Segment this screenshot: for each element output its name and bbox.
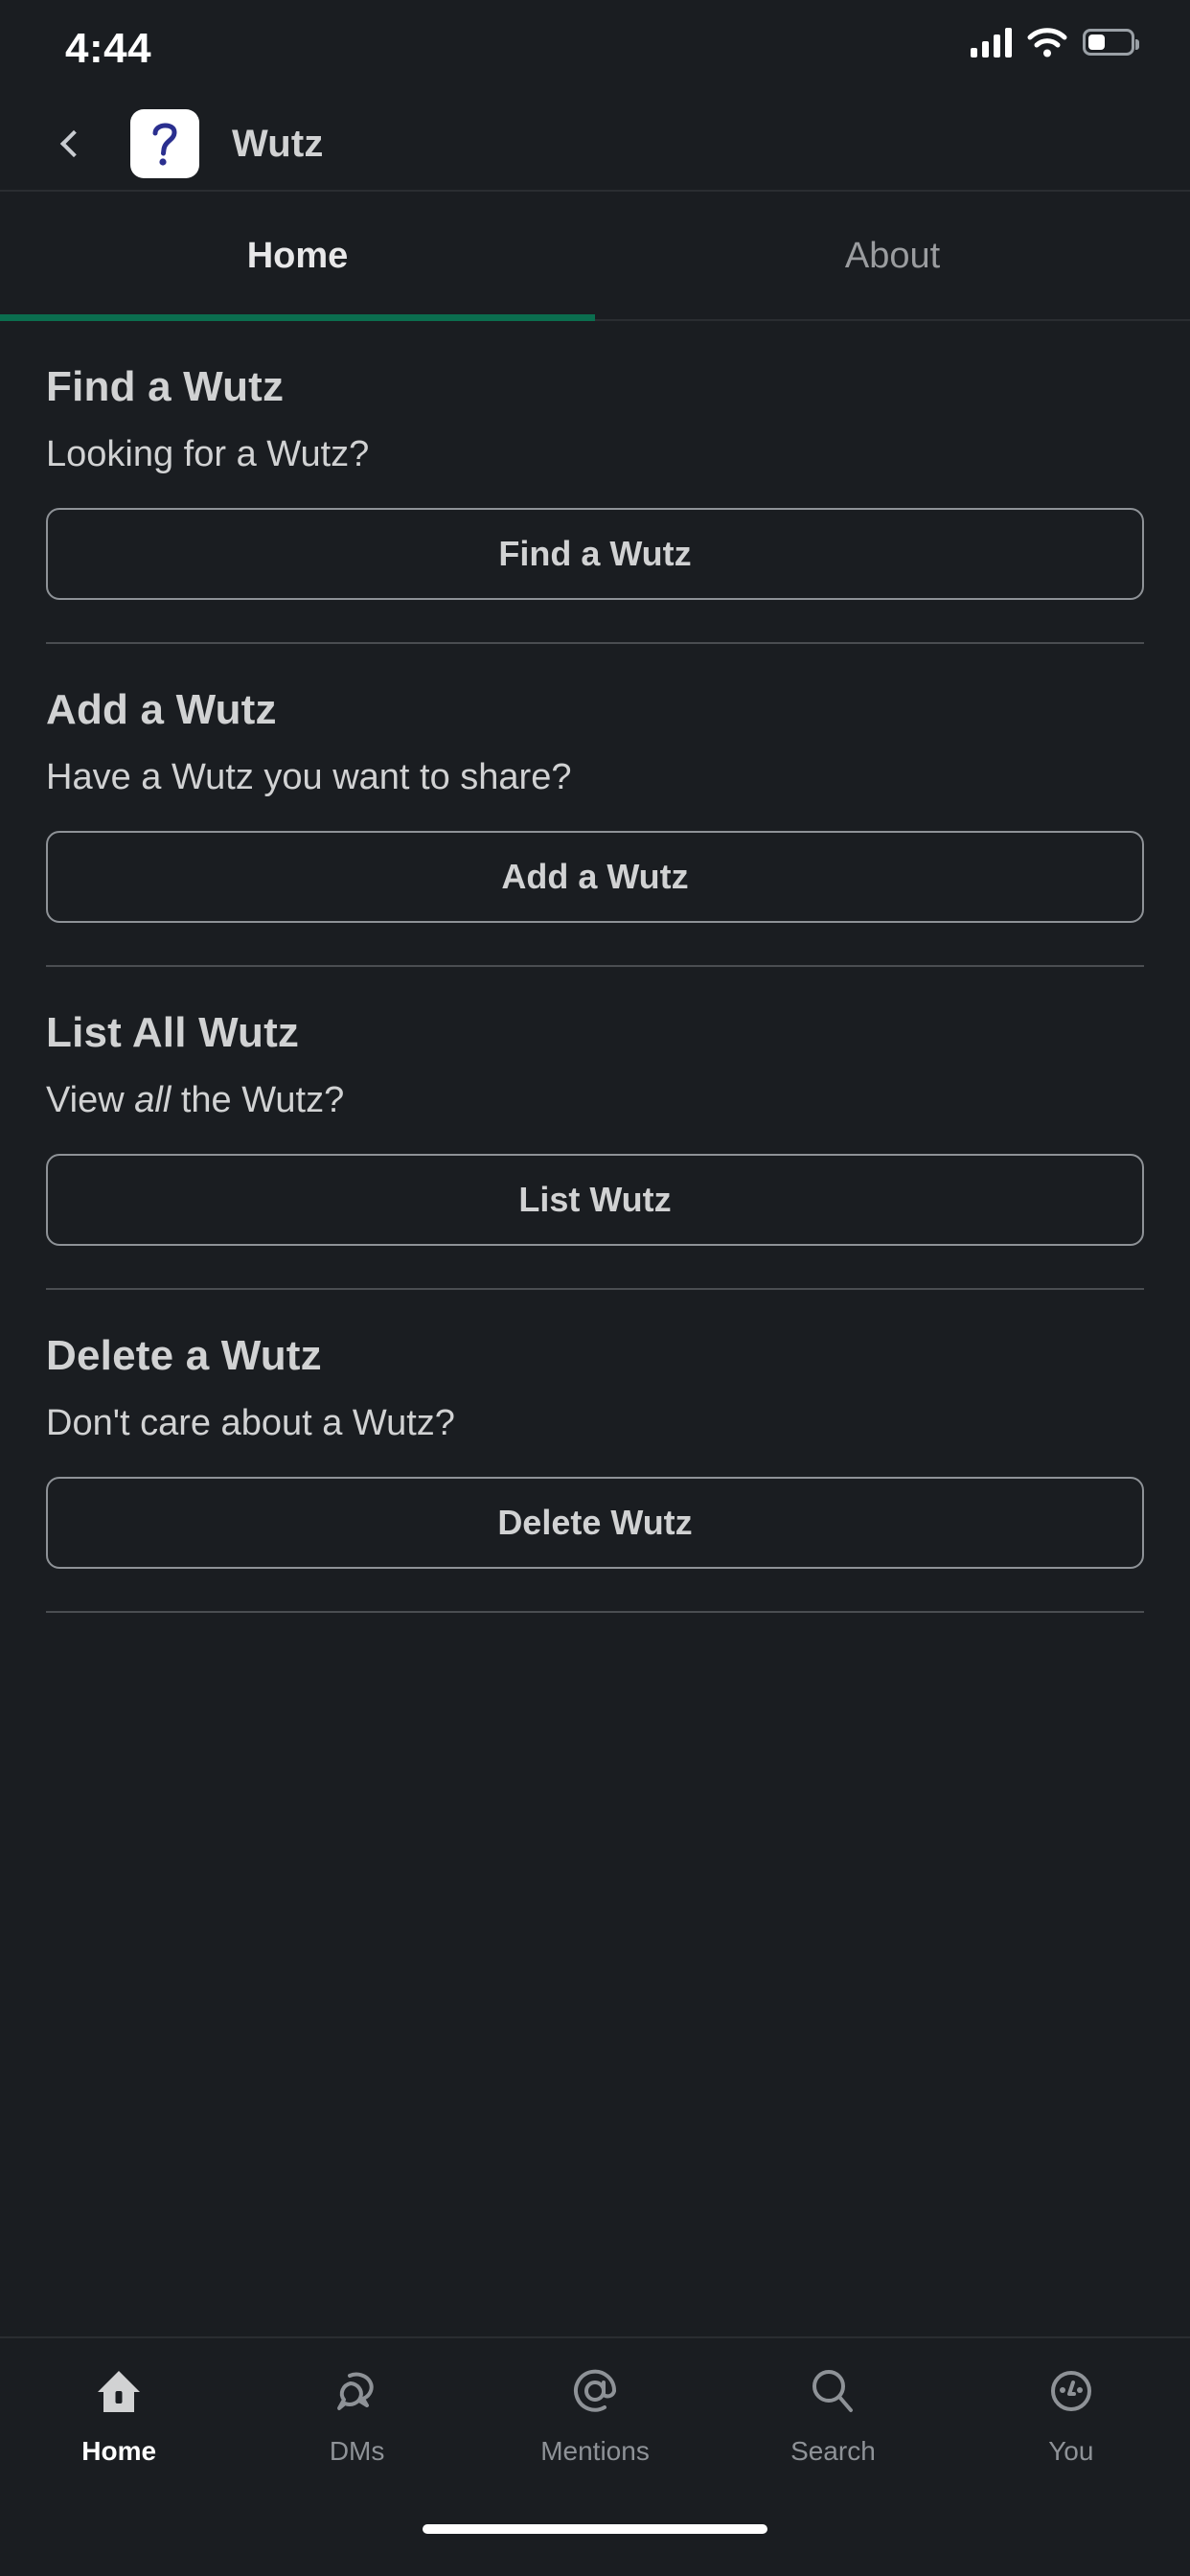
home-content: Find a Wutz Looking for a Wutz? Find a W…	[0, 321, 1190, 2336]
status-bar: 4:44	[0, 0, 1190, 96]
app-screen: 4:44 Wutz Home About Find a Wutz Looking…	[0, 0, 1190, 2576]
battery-icon	[1083, 29, 1139, 56]
status-time: 4:44	[65, 25, 152, 72]
tab-home[interactable]: Home	[0, 192, 595, 321]
section-subtitle-text: Looking for a Wutz?	[46, 434, 370, 474]
back-button[interactable]	[42, 115, 100, 172]
bottom-navigation: Home DMs Mentions Search You	[0, 2336, 1190, 2509]
section-find-a-wutz: Find a Wutz Looking for a Wutz? Find a W…	[46, 321, 1144, 644]
section-subtitle-suffix: the Wutz?	[171, 1080, 345, 1120]
delete-wutz-button[interactable]: Delete Wutz	[46, 1477, 1144, 1569]
you-face-icon	[1044, 2361, 1098, 2421]
home-indicator[interactable]	[423, 2524, 767, 2534]
tab-about[interactable]: About	[595, 192, 1190, 321]
section-subtitle: Looking for a Wutz?	[46, 434, 1144, 475]
nav-item-mentions[interactable]: Mentions	[476, 2361, 714, 2509]
list-wutz-button[interactable]: List Wutz	[46, 1154, 1144, 1246]
section-subtitle-prefix: View	[46, 1080, 135, 1120]
section-subtitle: Don't care about a Wutz?	[46, 1403, 1144, 1444]
nav-label: DMs	[329, 2436, 385, 2466]
search-icon	[806, 2361, 859, 2421]
nav-item-home[interactable]: Home	[0, 2361, 238, 2509]
page-title: Wutz	[232, 122, 324, 165]
section-subtitle-text: Have a Wutz you want to share?	[46, 757, 572, 797]
section-title: Add a Wutz	[46, 686, 277, 733]
nav-label: Mentions	[540, 2436, 650, 2466]
nav-item-search[interactable]: Search	[714, 2361, 951, 2509]
mentions-icon	[568, 2361, 622, 2421]
nav-item-dms[interactable]: DMs	[238, 2361, 475, 2509]
section-delete-a-wutz: Delete a Wutz Don't care about a Wutz? D…	[46, 1290, 1144, 1613]
status-icons	[971, 27, 1139, 58]
tab-bar: Home About	[0, 192, 1190, 321]
section-title: List All Wutz	[46, 1009, 300, 1056]
nav-label: Search	[790, 2436, 876, 2466]
back-chevron-icon	[59, 129, 88, 158]
section-subtitle: Have a Wutz you want to share?	[46, 757, 1144, 798]
home-icon	[92, 2361, 146, 2421]
section-subtitle-text: Don't care about a Wutz?	[46, 1403, 455, 1443]
section-subtitle: View all the Wutz?	[46, 1080, 1144, 1121]
dms-icon	[331, 2361, 384, 2421]
section-divider	[46, 1611, 1144, 1613]
find-a-wutz-button[interactable]: Find a Wutz	[46, 508, 1144, 600]
question-mark-app-icon[interactable]	[130, 109, 199, 178]
section-add-a-wutz: Add a Wutz Have a Wutz you want to share…	[46, 644, 1144, 967]
home-indicator-area	[0, 2509, 1190, 2576]
wifi-icon	[1027, 27, 1067, 58]
section-subtitle-emphasis: all	[134, 1080, 172, 1120]
cellular-signal-icon	[971, 27, 1012, 58]
section-title: Find a Wutz	[46, 363, 285, 410]
app-bar: Wutz	[0, 96, 1190, 192]
section-list-all-wutz: List All Wutz View all the Wutz? List Wu…	[46, 967, 1144, 1290]
tab-active-indicator	[0, 314, 595, 321]
add-a-wutz-button[interactable]: Add a Wutz	[46, 831, 1144, 923]
nav-label: You	[1048, 2436, 1094, 2466]
section-title: Delete a Wutz	[46, 1332, 322, 1379]
nav-item-you[interactable]: You	[952, 2361, 1190, 2509]
nav-label: Home	[81, 2436, 157, 2466]
